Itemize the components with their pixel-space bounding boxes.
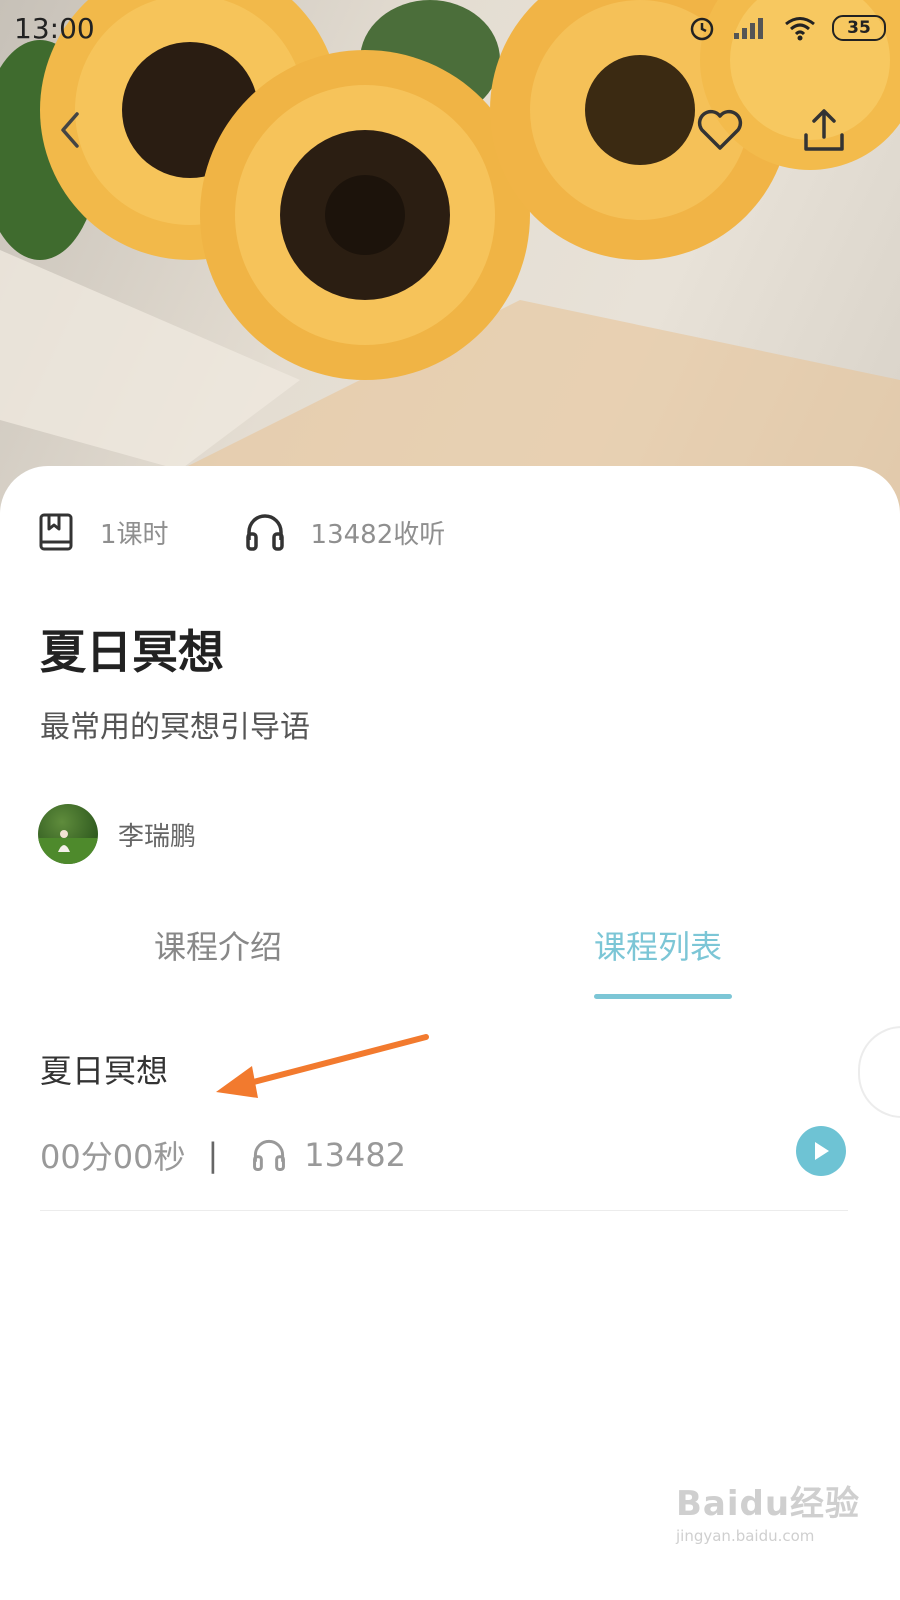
lesson-count: 1课时 xyxy=(38,512,169,552)
course-detail-card: 1课时 13482收听 夏日冥想 最常用的冥想引导语 李瑞鹏 课程介绍 课程列表… xyxy=(0,466,900,1600)
favorite-button[interactable] xyxy=(694,104,746,156)
status-icons: 35 xyxy=(688,14,886,42)
baidu-watermark: Baidu经验 jingyan.baidu.com xyxy=(676,1476,860,1545)
lesson-count-label: 1课时 xyxy=(100,519,169,550)
lesson-duration: 00分00秒 xyxy=(40,1138,186,1176)
cellular-signal-icon xyxy=(734,18,763,39)
heart-icon xyxy=(697,109,743,150)
course-subtitle: 最常用的冥想引导语 xyxy=(40,710,310,745)
course-cover-image: 13:00 35 xyxy=(0,0,900,520)
listen-count: 13482收听 xyxy=(245,512,446,552)
tab-course-list[interactable]: 课程列表 xyxy=(594,922,722,968)
chevron-left-icon xyxy=(61,112,79,148)
wifi-icon xyxy=(785,17,815,41)
play-button[interactable] xyxy=(796,1126,846,1176)
back-button[interactable] xyxy=(44,104,96,156)
headphones-icon xyxy=(245,514,284,551)
lesson-listen-count: 13482 xyxy=(304,1136,407,1174)
battery-indicator: 35 xyxy=(832,15,886,41)
watermark-logo-text: Baidu经验 xyxy=(676,1484,861,1524)
side-scroll-handle[interactable] xyxy=(858,1026,900,1118)
status-time: 13:00 xyxy=(14,12,95,45)
tab-course-intro[interactable]: 课程介绍 xyxy=(154,922,282,968)
share-button[interactable] xyxy=(798,104,850,156)
lesson-meta: 00分00秒 | 13482 xyxy=(40,1132,406,1178)
active-tab-indicator xyxy=(594,994,732,999)
alarm-icon xyxy=(690,17,714,41)
book-icon xyxy=(39,513,73,551)
lesson-divider xyxy=(40,1210,848,1211)
lesson-title[interactable]: 夏日冥想 xyxy=(40,1046,168,1092)
author-row[interactable]: 李瑞鹏 xyxy=(38,804,196,864)
play-icon xyxy=(815,1142,829,1160)
listen-count-label: 13482收听 xyxy=(310,519,446,550)
meta-separator: | xyxy=(207,1136,219,1174)
watermark-url: jingyan.baidu.com xyxy=(676,1527,815,1545)
avatar-photo xyxy=(38,830,98,864)
share-upload-icon xyxy=(804,109,844,151)
author-name[interactable]: 李瑞鹏 xyxy=(118,816,196,853)
avatar[interactable] xyxy=(38,804,98,864)
status-bar: 13:00 35 xyxy=(0,0,900,62)
course-title: 夏日冥想 xyxy=(40,625,224,679)
headphones-icon xyxy=(253,1139,286,1171)
sunflower-photo xyxy=(0,0,900,520)
course-meta-row: 1课时 13482收听 xyxy=(38,512,445,552)
